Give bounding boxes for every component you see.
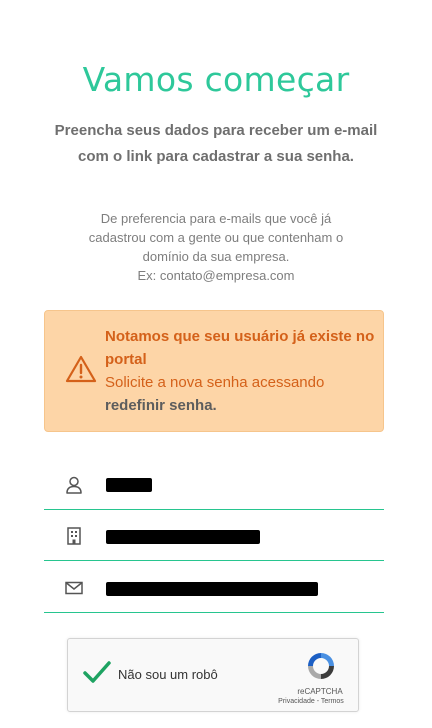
hint-line: De preferencia para e-mails que você já [100,211,332,226]
page-title: Vamos começar [82,60,350,99]
hint-example: Ex: contato@empresa.com [137,268,295,283]
privacy-link[interactable]: Privacidade [278,698,315,705]
redacted-username [106,478,152,492]
redacted-email [106,582,318,596]
username-field[interactable] [44,462,384,510]
email-hint: De preferencia para e-mails que você já … [50,209,382,285]
hint-line: domínio da sua empresa. [142,249,290,264]
recaptcha-logo-icon [308,653,334,679]
building-icon [67,527,81,545]
mail-icon [65,581,83,595]
page-subtitle: Preencha seus dados para receber um e-ma… [54,122,378,165]
company-field[interactable] [44,513,384,561]
terms-link[interactable]: Termos [321,698,344,705]
alert-body: Solicite a nova senha acessando [105,374,325,391]
recaptcha-brand: reCAPTCHA [297,687,343,696]
alert-heading: Notamos que seu usuário já existe no por… [105,328,375,368]
user-exists-alert: Notamos que seu usuário já existe no por… [44,310,384,432]
warning-triangle-icon [65,355,97,383]
captcha-links: Privacidade - Termos [268,698,354,705]
user-icon [66,476,82,494]
redacted-company [106,530,260,544]
hint-line: cadastrou com a gente ou que contenham o [88,230,344,245]
email-field[interactable] [44,565,384,613]
recaptcha-widget: Não sou um robô reCAPTCHA Privacidade - … [67,638,359,712]
alert-message: Notamos que seu usuário já existe no por… [105,325,375,417]
captcha-label: Não sou um robô [118,667,218,682]
checkmark-icon[interactable] [82,659,112,685]
reset-password-link[interactable]: redefinir senha. [105,397,217,414]
